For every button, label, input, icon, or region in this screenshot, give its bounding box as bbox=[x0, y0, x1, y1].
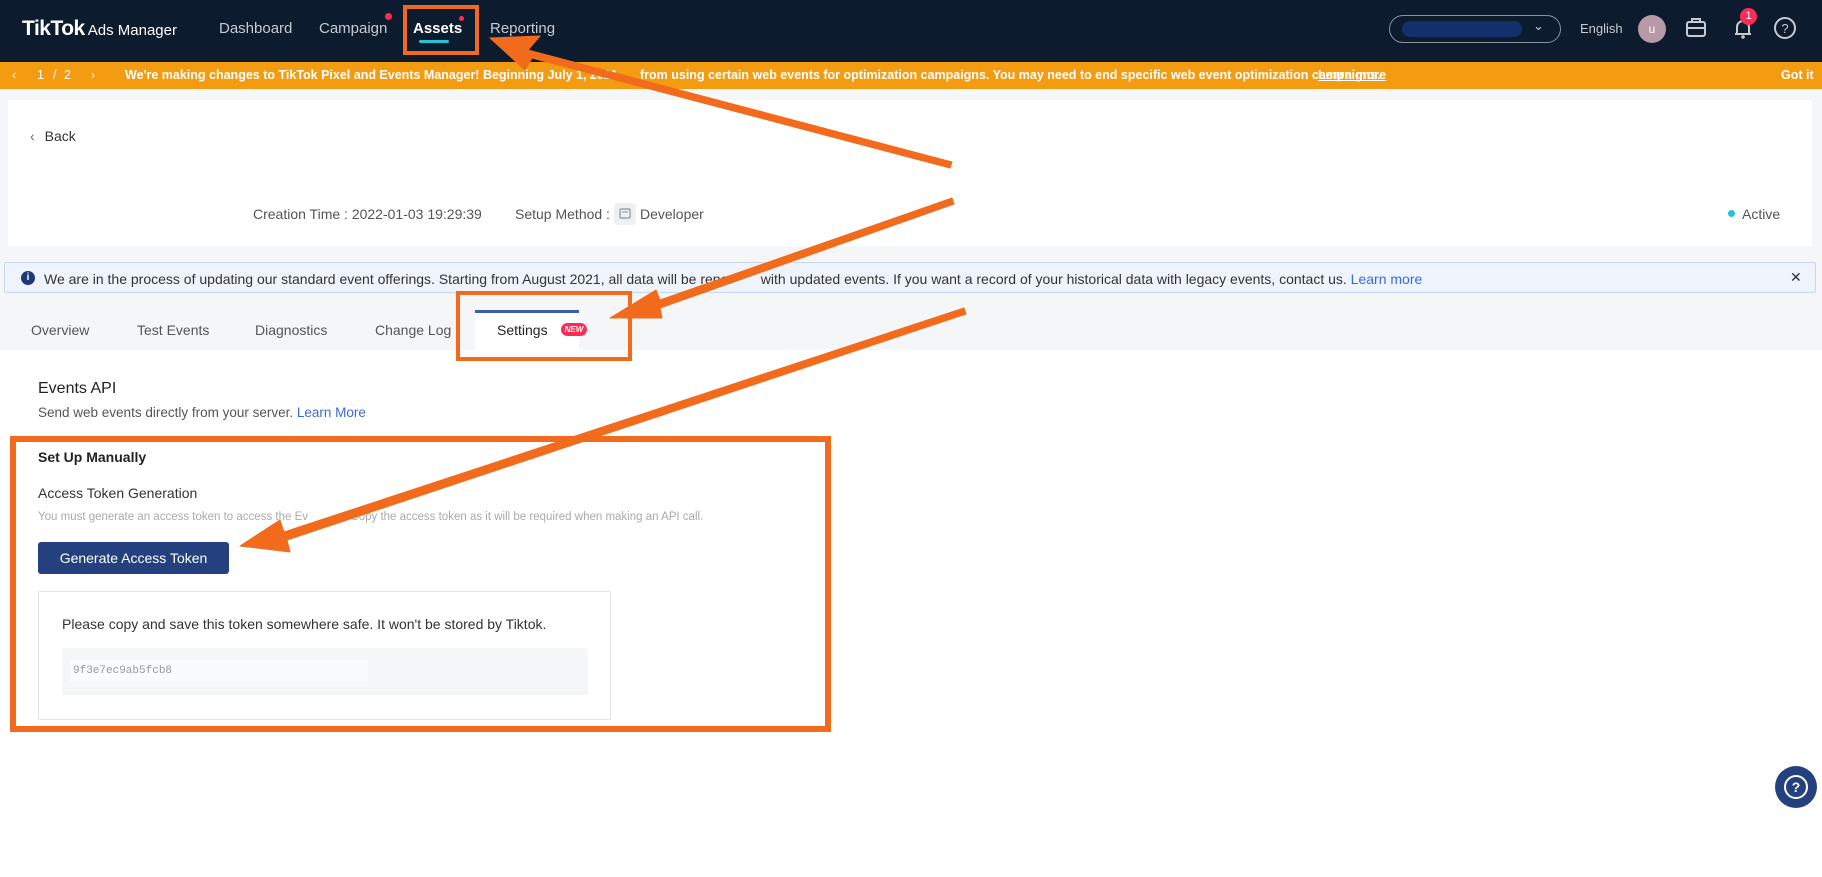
campaign-dot-badge bbox=[385, 13, 392, 20]
announcement-message-end: from using certain web events for optimi… bbox=[640, 68, 1381, 82]
info-message: We are in the process of updating our st… bbox=[44, 271, 1422, 287]
tab-bar: Overview Test Events Diagnostics Change … bbox=[0, 310, 1822, 350]
account-name-redacted bbox=[1402, 21, 1522, 37]
nav-campaign[interactable]: Campaign bbox=[319, 20, 387, 37]
pager-total: 2 bbox=[64, 68, 71, 82]
annotation-frame-assets bbox=[403, 5, 479, 55]
nav-reporting[interactable]: Reporting bbox=[490, 20, 555, 37]
close-icon[interactable]: ✕ bbox=[1790, 269, 1802, 286]
events-api-subtitle-text: Send web events directly from your serve… bbox=[38, 405, 294, 420]
announcement-bar: ‹ 1 / 2 › We're making changes to TikTok… bbox=[0, 62, 1822, 89]
briefcase-icon[interactable] bbox=[1682, 14, 1710, 42]
back-label: Back bbox=[44, 128, 76, 144]
info-message-start: We are in the process of updating our st… bbox=[44, 271, 734, 287]
tab-change-log[interactable]: Change Log bbox=[375, 322, 451, 338]
announcement-message-start: We're making changes to TikTok Pixel and… bbox=[125, 68, 622, 82]
svg-text:?: ? bbox=[1792, 779, 1801, 795]
setup-method-value: Developer bbox=[640, 206, 704, 222]
events-api-title: Events API bbox=[38, 380, 117, 397]
status-badge: Active bbox=[1742, 206, 1781, 222]
pixel-header-card bbox=[8, 100, 1812, 246]
tab-diagnostics[interactable]: Diagnostics bbox=[255, 322, 327, 338]
nav-dashboard[interactable]: Dashboard bbox=[219, 20, 292, 37]
info-icon: i bbox=[21, 271, 35, 285]
annotation-frame-setup bbox=[10, 436, 831, 732]
events-api-learn-more-link[interactable]: Learn More bbox=[297, 405, 366, 420]
status-dot bbox=[1728, 210, 1735, 217]
pager-current: 1 bbox=[37, 68, 44, 82]
tab-overview[interactable]: Overview bbox=[31, 322, 89, 338]
pager-separator: / bbox=[53, 68, 57, 82]
logo-product: Ads Manager bbox=[87, 22, 177, 39]
info-message-end: with updated events. If you want a recor… bbox=[760, 271, 1347, 287]
chevron-right-icon[interactable]: › bbox=[91, 68, 95, 82]
chevron-down-icon: ⌄ bbox=[1533, 18, 1544, 33]
help-icon: ? bbox=[1784, 775, 1808, 799]
creation-time: Creation Time : 2022-01-03 19:29:39 bbox=[253, 206, 482, 222]
announcement-obscured bbox=[625, 68, 637, 82]
announcement-learn-more-link[interactable]: Learn more bbox=[1318, 68, 1386, 82]
setup-method-label: Setup Method : bbox=[515, 206, 610, 222]
help-icon[interactable]: ? bbox=[1771, 14, 1799, 42]
chevron-left-icon: ‹ bbox=[30, 128, 35, 144]
events-api-subtitle: Send web events directly from your serve… bbox=[38, 405, 366, 420]
annotation-frame-settings bbox=[456, 291, 632, 361]
got-it-button[interactable]: Got it bbox=[1781, 68, 1814, 82]
tab-test-events[interactable]: Test Events bbox=[137, 322, 209, 338]
back-button[interactable]: ‹ Back bbox=[30, 128, 76, 144]
info-banner: i We are in the process of updating our … bbox=[4, 262, 1816, 293]
developer-icon bbox=[614, 203, 636, 225]
logo[interactable]: TikTok Ads Manager bbox=[22, 17, 177, 41]
info-learn-more-link[interactable]: Learn more bbox=[1351, 271, 1423, 287]
logo-brand: TikTok bbox=[22, 17, 85, 40]
top-nav: TikTok Ads Manager Dashboard Campaign Ass… bbox=[0, 0, 1822, 62]
chevron-left-icon[interactable]: ‹ bbox=[12, 68, 16, 82]
help-button[interactable]: ? bbox=[1775, 766, 1817, 808]
svg-text:?: ? bbox=[1781, 21, 1788, 36]
avatar[interactable]: u bbox=[1638, 15, 1666, 43]
notification-count-badge: 1 bbox=[1740, 8, 1757, 25]
language-selector[interactable]: English bbox=[1580, 21, 1623, 36]
